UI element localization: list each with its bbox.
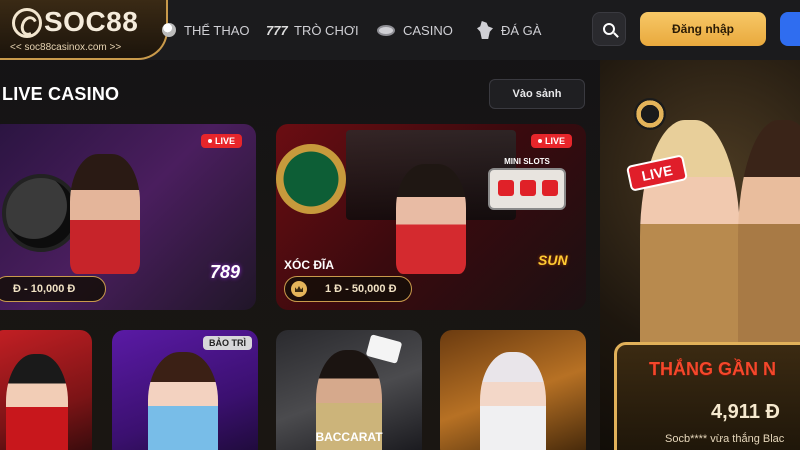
nav-item-games[interactable]: 777 TRÒ CHƠI [266,0,359,60]
game-card-bottom-1[interactable] [0,330,92,450]
logo-mark-icon [12,8,42,38]
live-dot-icon [207,139,212,143]
nav-label: TRÒ CHƠI [294,22,359,38]
site-logo[interactable]: SOC88 << soc88casinox.com >> [0,0,168,60]
win-amount: 4,911 Đ [711,401,780,423]
game-card-bottom-4[interactable] [440,330,586,450]
section-title: LIVE CASINO [2,84,120,104]
game-card-bottom-2[interactable]: BẢO TRÌ [112,330,258,450]
crown-icon [291,281,307,297]
mini-slots-label: MINI SLOTS [504,157,550,166]
playing-cards-icon [365,334,403,364]
rooster-icon [477,21,493,39]
win-message: Socb**** vừa thắng Blac [665,433,785,445]
dice-icon [542,180,558,196]
bet-range-pill: Đ - 10,000 Đ [0,276,106,302]
live-badge-label: LIVE [544,136,565,146]
soccer-ball-icon [162,23,176,37]
bet-range-text: Đ - 10,000 Đ [13,283,76,295]
game-card-live-dice[interactable]: LIVE 789 Đ - 10,000 Đ [0,124,256,310]
dealer-image [70,154,140,274]
provider-logo-sun: SUN [538,252,568,268]
bet-range-pill: 1 Đ - 50,000 Đ [284,276,412,302]
dealer-image [396,164,466,274]
game-name: XÓC ĐĨA [284,258,335,272]
live-badge: LIVE [200,134,242,148]
game-name: BACCARAT [315,430,383,444]
game-card-xoc-dia[interactable]: MINI SLOTS LIVE SUN XÓC ĐĨA 1 Đ - 50,000… [276,124,586,310]
dice-icon [520,180,536,196]
nav-item-sports[interactable]: THỂ THAO [162,0,250,60]
nav-item-casino[interactable]: CASINO [377,0,453,60]
casino-chip-icon [634,98,666,130]
casino-chip-icon [377,24,395,36]
recent-wins-box: THẮNG GẦN N 4,911 Đ Socb**** vừa thắng B… [614,342,800,450]
logo-subtitle: << soc88casinox.com >> [10,42,122,53]
dealer-image [6,354,68,450]
page: SOC88 << soc88casinox.com >> THỂ THAO 77… [0,0,800,450]
search-icon [603,23,615,35]
dice-bowl-image [2,174,80,252]
maintenance-badge: BẢO TRÌ [203,336,252,350]
nav-label: THỂ THAO [184,22,250,38]
logo-text: SOC88 [44,6,139,37]
enter-lobby-button[interactable]: Vào sảnh [489,79,585,109]
slot-777-icon: 777 [266,23,288,38]
live-dot-icon [537,139,542,143]
top-navbar: SOC88 << soc88casinox.com >> THỂ THAO 77… [0,0,800,60]
dealer-image [148,352,218,450]
nav-label: CASINO [403,22,453,38]
dice-plate-image [276,144,346,214]
bet-range-text: 1 Đ - 50,000 Đ [325,283,397,295]
search-button[interactable] [592,12,626,46]
live-badge-label: LIVE [214,136,235,146]
login-button[interactable]: Đăng nhập [640,12,766,46]
register-button[interactable] [780,12,800,46]
dice-icon [498,180,514,196]
nav-label: ĐÁ GÀ [501,22,542,38]
mini-slots-panel: MINI SLOTS [488,157,566,210]
provider-logo-789club: 789 [210,262,241,282]
dealer-image [480,352,546,450]
promo-banner[interactable]: LIVE THẮNG GẦN N 4,911 Đ Socb**** vừa th… [600,60,800,450]
game-card-baccarat[interactable]: BACCARAT [276,330,422,450]
recent-wins-title: THẮNG GẦN N [649,359,776,379]
promo-model-image [738,120,800,380]
nav-item-cockfight[interactable]: ĐÁ GÀ [477,0,541,60]
live-badge: LIVE [530,134,572,148]
